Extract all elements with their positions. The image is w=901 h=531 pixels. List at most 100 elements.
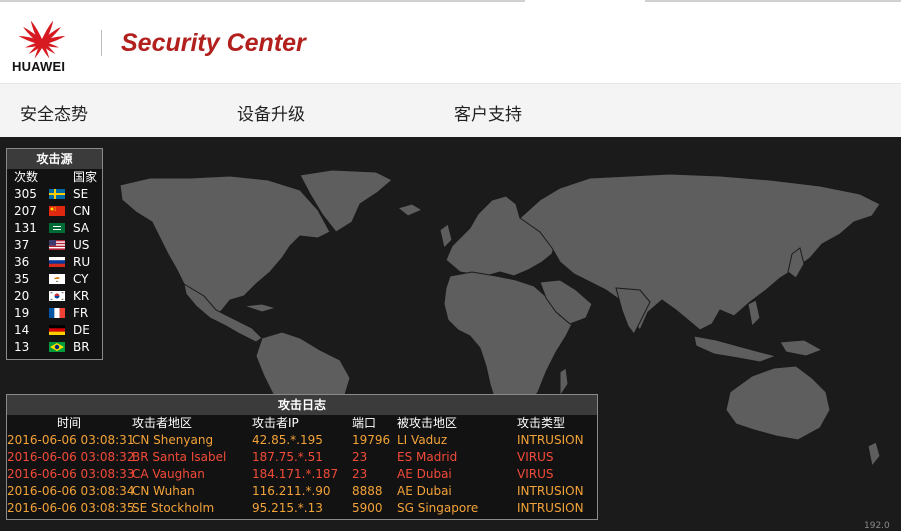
log-attack-type: VIRUS xyxy=(517,450,554,464)
log-attack-type: INTRUSION xyxy=(517,484,584,498)
attacker-region-column-header: 攻击者地区 xyxy=(132,416,193,430)
attack-count: 20 xyxy=(14,289,30,303)
log-time: 2016-06-06 03:08:31 xyxy=(7,433,135,447)
log-attacker-ip: 42.85.*.195 xyxy=(252,433,323,447)
header-divider xyxy=(101,30,102,56)
log-attacker-region: CN Shenyang xyxy=(132,433,214,447)
cy-flag-icon xyxy=(49,274,65,284)
attack-count: 36 xyxy=(14,255,30,269)
attack-count: 131 xyxy=(14,221,37,235)
log-time: 2016-06-06 03:08:32 xyxy=(7,450,135,464)
attack-log-row: 2016-06-06 03:08:34 CN Wuhan 116.211.*.9… xyxy=(7,483,597,500)
attack-source-row: 305 SE xyxy=(7,186,102,203)
country-code: SA xyxy=(73,221,90,235)
attack-log-row: 2016-06-06 03:08:33 CA Vaughan 184.171.*… xyxy=(7,466,597,483)
log-attacker-ip: 187.75.*.51 xyxy=(252,450,323,464)
country-code: RU xyxy=(73,255,91,269)
country-column-header: 国家 xyxy=(73,170,98,184)
attack-log-panel: 攻击日志 时间 攻击者地区 攻击者IP 端口 被攻击地区 攻击类型 2016-0… xyxy=(6,394,598,520)
log-attacker-region: BR Santa Isabel xyxy=(132,450,227,464)
de-flag-icon xyxy=(49,325,65,335)
attack-source-panel: 攻击源 次数 国家 305 SE 207 CN 131 SA 37 US 36 … xyxy=(6,148,103,360)
attack-source-row: 13 BR xyxy=(7,339,102,356)
attack-source-row: 207 CN xyxy=(7,203,102,220)
cn-flag-icon xyxy=(49,206,65,216)
log-target-region: LI Vaduz xyxy=(397,433,448,447)
us-flag-icon xyxy=(49,240,65,250)
attack-source-title: 攻击源 xyxy=(7,149,102,169)
attacker-ip-column-header: 攻击者IP xyxy=(252,416,299,430)
header: HUAWEI Security Center xyxy=(0,0,901,83)
br-flag-icon xyxy=(49,342,65,352)
land-madagascar xyxy=(559,367,569,398)
nav-item-security-posture[interactable]: 安全态势 xyxy=(20,100,88,125)
land-uk xyxy=(439,223,453,249)
land-australia xyxy=(725,365,831,441)
attack-source-row: 37 US xyxy=(7,237,102,254)
country-code: KR xyxy=(73,289,90,303)
log-attacker-ip: 95.215.*.13 xyxy=(252,501,323,515)
attack-source-row: 36 RU xyxy=(7,254,102,271)
sa-flag-icon xyxy=(49,223,65,233)
ru-flag-icon xyxy=(49,257,65,267)
attack-source-row: 14 DE xyxy=(7,322,102,339)
brand-name: HUAWEI xyxy=(12,59,66,74)
count-column-header: 次数 xyxy=(14,170,39,184)
log-target-region: AE Dubai xyxy=(397,467,452,481)
log-attacker-region: SE Stockholm xyxy=(132,501,215,515)
attack-log-title: 攻击日志 xyxy=(7,395,597,415)
nav-item-device-upgrade[interactable]: 设备升级 xyxy=(237,100,305,125)
target-region-column-header: 被攻击地区 xyxy=(397,416,458,430)
attack-log-row: 2016-06-06 03:08:35 SE Stockholm 95.215.… xyxy=(7,500,597,517)
log-attack-type: VIRUS xyxy=(517,467,554,481)
log-attacker-ip: 184.171.*.187 xyxy=(252,467,339,481)
attack-type-column-header: 攻击类型 xyxy=(517,416,566,430)
app-title: Security Center xyxy=(121,29,306,57)
attack-source-row: 20 KR xyxy=(7,288,102,305)
log-attacker-ip: 116.211.*.90 xyxy=(252,484,331,498)
log-attacker-region: CN Wuhan xyxy=(132,484,195,498)
log-time: 2016-06-06 03:08:35 xyxy=(7,501,135,515)
attack-source-row: 19 FR xyxy=(7,305,102,322)
country-code: SE xyxy=(73,187,89,201)
log-target-region: SG Singapore xyxy=(397,501,479,515)
attack-count: 13 xyxy=(14,340,30,354)
port-column-header: 端口 xyxy=(352,416,377,430)
nav-item-customer-support[interactable]: 客户支持 xyxy=(454,100,522,125)
log-port: 5900 xyxy=(352,501,383,515)
country-code: FR xyxy=(73,306,89,320)
attack-source-header: 次数 国家 xyxy=(7,169,102,186)
log-time: 2016-06-06 03:08:34 xyxy=(7,484,135,498)
attack-log-row: 2016-06-06 03:08:32 BR Santa Isabel 187.… xyxy=(7,449,597,466)
kr-flag-icon xyxy=(49,291,65,301)
log-target-region: ES Madrid xyxy=(397,450,458,464)
log-port: 23 xyxy=(352,467,368,481)
country-code: CY xyxy=(73,272,89,286)
country-code: US xyxy=(73,238,90,252)
se-flag-icon xyxy=(49,189,65,199)
land-iceland xyxy=(396,203,424,217)
attack-log-row: 2016-06-06 03:08:31 CN Shenyang 42.85.*.… xyxy=(7,432,597,449)
attack-count: 207 xyxy=(14,204,37,218)
land-indonesia xyxy=(693,335,778,363)
attack-source-row: 131 SA xyxy=(7,220,102,237)
country-code: CN xyxy=(73,204,91,218)
top-border xyxy=(0,0,525,2)
fr-flag-icon xyxy=(49,308,65,318)
attack-log-header: 时间 攻击者地区 攻击者IP 端口 被攻击地区 攻击类型 xyxy=(7,415,597,432)
log-port: 23 xyxy=(352,450,368,464)
top-border-right xyxy=(645,0,901,2)
log-port: 8888 xyxy=(352,484,383,498)
land-new-zealand xyxy=(867,441,881,468)
country-code: BR xyxy=(73,340,90,354)
log-attacker-region: CA Vaughan xyxy=(132,467,205,481)
attack-count: 14 xyxy=(14,323,30,337)
log-target-region: AE Dubai xyxy=(397,484,452,498)
log-attack-type: INTRUSION xyxy=(517,501,584,515)
country-code: DE xyxy=(73,323,90,337)
attack-count: 305 xyxy=(14,187,37,201)
time-column-header: 时间 xyxy=(57,416,82,430)
attack-source-row: 35 CY xyxy=(7,271,102,288)
corner-label: 192.0 xyxy=(864,521,890,531)
attack-count: 19 xyxy=(14,306,30,320)
